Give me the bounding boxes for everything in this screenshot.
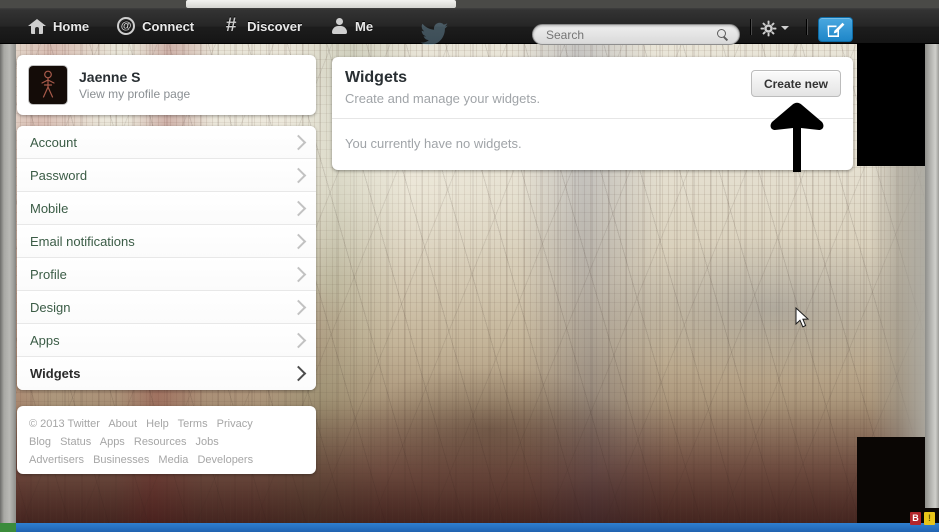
home-icon bbox=[28, 17, 46, 35]
scrollbar-thumb[interactable] bbox=[186, 0, 456, 8]
sidebar-item-label: Apps bbox=[30, 332, 60, 348]
footer-link-privacy[interactable]: Privacy bbox=[217, 418, 253, 430]
footer-line-2: Blog Status Apps Resources Jobs bbox=[29, 433, 304, 451]
browser-left-edge bbox=[0, 8, 16, 532]
sidebar-item-label: Password bbox=[30, 167, 88, 183]
chevron-right-icon bbox=[290, 134, 307, 150]
sidebar-item-label: Mobile bbox=[30, 200, 69, 216]
sidebar-item-label: Design bbox=[30, 299, 71, 315]
create-new-button[interactable]: Create new bbox=[750, 70, 841, 97]
nav-item-home-label: Home bbox=[53, 18, 90, 34]
widgets-panel: Widgets Create and manage your widgets. … bbox=[332, 57, 853, 170]
footer-link-status[interactable]: Status bbox=[60, 436, 91, 448]
footer-link-blog[interactable]: Blog bbox=[29, 436, 51, 448]
sidebar-item-email-notifications[interactable]: Email notifications bbox=[17, 225, 316, 258]
compose-tweet-icon bbox=[827, 22, 845, 37]
sidebar-item-label: Email notifications bbox=[30, 233, 135, 249]
settings-sidebar-menu: Account Password Mobile Email notificati… bbox=[17, 126, 316, 390]
sidebar-item-label: Widgets bbox=[30, 366, 81, 381]
profile-name: Jaenne S bbox=[79, 68, 141, 85]
at-icon: @ bbox=[117, 17, 136, 35]
person-icon bbox=[330, 17, 348, 35]
global-navbar: Home @ Connect # Discover Me bbox=[0, 8, 939, 46]
tray-icon-b[interactable]: B bbox=[910, 512, 921, 525]
footer-link-help[interactable]: Help bbox=[146, 418, 169, 430]
profile-subtitle[interactable]: View my profile page bbox=[79, 86, 190, 102]
chevron-right-icon bbox=[290, 299, 307, 315]
nav-item-discover[interactable]: # Discover bbox=[208, 8, 316, 44]
sidebar-item-profile[interactable]: Profile bbox=[17, 258, 316, 291]
footer-link-about[interactable]: About bbox=[108, 418, 137, 430]
chevron-right-icon bbox=[290, 266, 307, 282]
browser-right-edge bbox=[925, 8, 939, 508]
search-input[interactable] bbox=[546, 25, 706, 46]
footer-line-1: © 2013 Twitter About Help Terms Privacy bbox=[29, 415, 304, 433]
widgets-panel-header: Widgets Create and manage your widgets. … bbox=[332, 57, 853, 119]
widgets-panel-body: You currently have no widgets. bbox=[332, 119, 853, 151]
sidebar-item-password[interactable]: Password bbox=[17, 159, 316, 192]
screen: Home @ Connect # Discover Me Search Jaen… bbox=[0, 0, 939, 532]
chevron-right-icon bbox=[290, 332, 307, 348]
chevron-right-icon bbox=[290, 200, 307, 216]
sidebar-item-label: Account bbox=[30, 134, 77, 150]
footer-link-apps[interactable]: Apps bbox=[100, 436, 125, 448]
profile-card[interactable]: Jaenne S View my profile page bbox=[17, 55, 316, 115]
nav-item-connect-label: Connect bbox=[142, 18, 195, 34]
os-taskbar[interactable] bbox=[0, 523, 939, 532]
sidebar-item-design[interactable]: Design bbox=[17, 291, 316, 324]
nav-item-home[interactable]: Home bbox=[14, 8, 103, 44]
sidebar-item-account[interactable]: Account bbox=[17, 126, 316, 159]
chevron-right-icon bbox=[290, 167, 307, 183]
sidebar-item-mobile[interactable]: Mobile bbox=[17, 192, 316, 225]
chevron-right-icon bbox=[290, 233, 307, 249]
footer-link-resources[interactable]: Resources bbox=[134, 436, 187, 448]
taskbar-tray-icons: B ! bbox=[910, 512, 935, 525]
horizontal-scrollbar[interactable] bbox=[0, 0, 939, 8]
navbar-links: Home @ Connect # Discover Me bbox=[14, 8, 387, 44]
footer-line-3: Advertisers Businesses Media Developers bbox=[29, 451, 304, 469]
sidebar-item-apps[interactable]: Apps bbox=[17, 324, 316, 357]
nav-item-me[interactable]: Me bbox=[316, 8, 387, 44]
sidebar-item-label: Profile bbox=[30, 266, 67, 282]
footer-link-terms[interactable]: Terms bbox=[178, 418, 208, 430]
page-black-background-right bbox=[857, 36, 925, 166]
footer-links-card: © 2013 Twitter About Help Terms Privacy … bbox=[17, 406, 316, 474]
footer-link-businesses[interactable]: Businesses bbox=[93, 454, 149, 466]
footer-link-copyright: © 2013 Twitter bbox=[29, 418, 100, 430]
gear-icon bbox=[760, 20, 777, 37]
footer-link-jobs[interactable]: Jobs bbox=[196, 436, 219, 448]
nav-item-me-label: Me bbox=[355, 18, 374, 34]
search-icon[interactable] bbox=[717, 29, 729, 41]
start-button[interactable] bbox=[0, 523, 16, 532]
avatar-figure-icon bbox=[41, 70, 55, 98]
compose-tweet-button[interactable] bbox=[818, 17, 853, 42]
footer-link-advertisers[interactable]: Advertisers bbox=[29, 454, 84, 466]
chevron-right-icon bbox=[290, 365, 307, 382]
tray-icon-alert[interactable]: ! bbox=[924, 512, 935, 525]
footer-link-media[interactable]: Media bbox=[158, 454, 188, 466]
search-container[interactable] bbox=[532, 24, 740, 46]
hash-icon: # bbox=[225, 15, 237, 36]
footer-link-developers[interactable]: Developers bbox=[197, 454, 253, 466]
avatar[interactable] bbox=[29, 66, 67, 104]
empty-state-message: You currently have no widgets. bbox=[345, 136, 522, 151]
nav-item-connect[interactable]: @ Connect bbox=[103, 8, 208, 44]
settings-menu-button[interactable] bbox=[760, 19, 794, 37]
chevron-down-icon bbox=[781, 26, 789, 30]
sidebar-item-widgets[interactable]: Widgets bbox=[17, 357, 316, 390]
nav-item-discover-label: Discover bbox=[247, 18, 303, 34]
twitter-bird-icon bbox=[420, 16, 452, 52]
